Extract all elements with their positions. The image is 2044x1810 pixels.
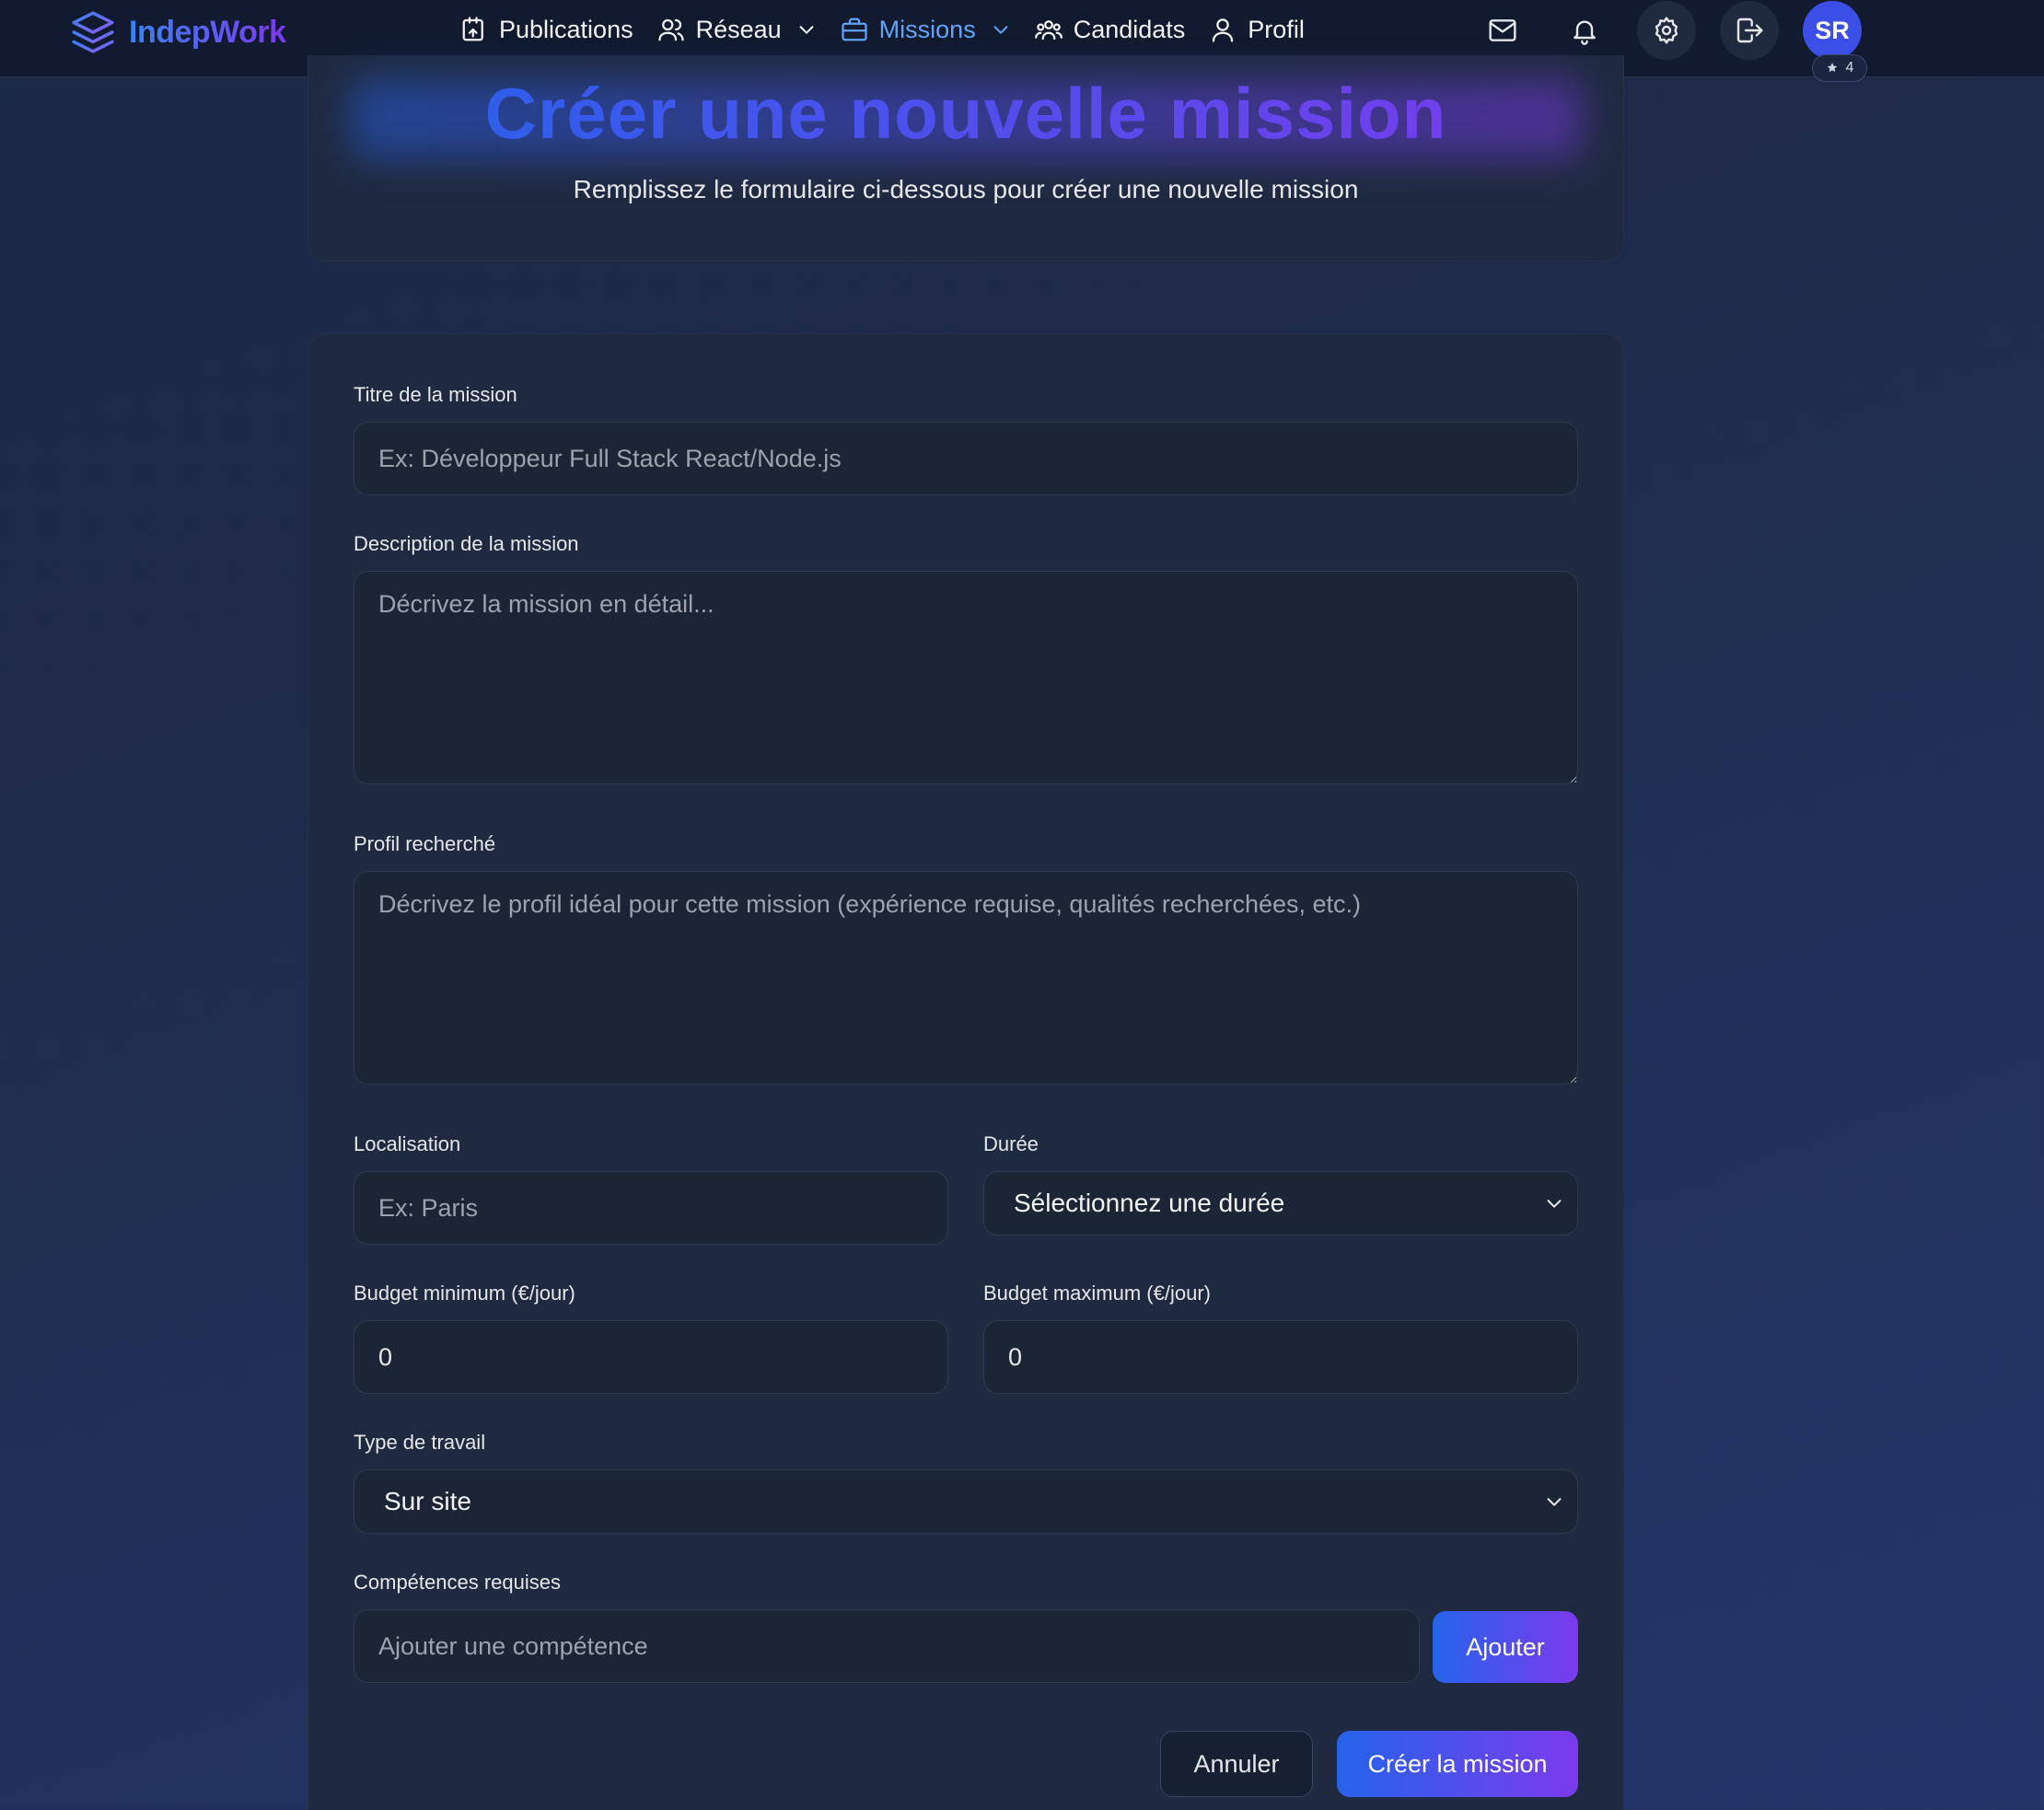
duration-select-value: Sélectionnez une durée xyxy=(1014,1189,1285,1217)
skills-label: Compétences requises xyxy=(354,1571,562,1594)
publications-icon xyxy=(462,17,483,41)
nav-item-candidats[interactable]: Candidats xyxy=(1034,15,1186,44)
nav-item-label: Profil xyxy=(1248,15,1305,43)
page-title: Créer une nouvelle mission xyxy=(308,72,1624,156)
mission-description-textarea[interactable] xyxy=(354,571,1578,784)
profile-textarea[interactable] xyxy=(354,871,1578,1085)
avatar[interactable]: SR xyxy=(1803,1,1862,60)
chevron-down-icon xyxy=(799,26,814,34)
nav-item-reseau[interactable]: Réseau xyxy=(657,16,817,44)
mission-title-input[interactable] xyxy=(354,422,1578,495)
notifications-button[interactable] xyxy=(1555,1,1614,60)
main-nav: Publications Réseau Missions Candidats P… xyxy=(460,0,1329,59)
briefcase-icon xyxy=(842,17,867,41)
reputation-badge: 4 xyxy=(1812,54,1867,82)
work-type-label: Type de travail xyxy=(354,1431,486,1454)
gear-icon xyxy=(1655,17,1678,44)
mail-icon xyxy=(1489,19,1516,41)
cancel-button[interactable]: Annuler xyxy=(1160,1731,1313,1797)
chevron-down-icon xyxy=(993,26,1008,34)
budget-max-label: Budget maximum (€/jour) xyxy=(983,1282,1211,1305)
add-skill-button[interactable]: Ajouter xyxy=(1433,1611,1578,1683)
nav-item-missions[interactable]: Missions xyxy=(841,16,1011,44)
nav-item-publications[interactable]: Publications xyxy=(460,16,633,44)
skill-input[interactable] xyxy=(354,1609,1420,1683)
duration-label: Durée xyxy=(983,1132,1039,1155)
work-type-select-value: Sur site xyxy=(384,1487,471,1515)
group-icon xyxy=(1034,20,1063,41)
budget-min-input[interactable] xyxy=(354,1320,948,1394)
description-label: Description de la mission xyxy=(354,532,579,555)
duration-select[interactable]: Sélectionnez une durée xyxy=(983,1171,1578,1236)
settings-button[interactable] xyxy=(1637,1,1696,60)
chevron-down-icon xyxy=(1547,1200,1562,1208)
nav-item-label: Candidats xyxy=(1073,15,1186,43)
brand[interactable]: IndepWork xyxy=(70,9,286,55)
location-label: Localisation xyxy=(354,1132,461,1155)
nav-item-profil[interactable]: Profil xyxy=(1209,16,1305,44)
logout-button[interactable] xyxy=(1720,1,1779,60)
reputation-count: 4 xyxy=(1845,60,1854,75)
user-icon xyxy=(1213,18,1234,42)
page-subtitle: Remplissez le formulaire ci-dessous pour… xyxy=(573,175,1359,203)
budget-max-input[interactable] xyxy=(983,1320,1578,1394)
brand-name: IndepWork xyxy=(129,14,286,50)
messages-button[interactable] xyxy=(1473,1,1532,60)
create-mission-button[interactable]: Créer la mission xyxy=(1337,1731,1578,1797)
chevron-down-icon xyxy=(1547,1498,1562,1506)
title-label: Titre de la mission xyxy=(354,383,517,406)
users-icon xyxy=(657,18,684,41)
nav-item-label: Missions xyxy=(878,15,976,43)
nav-item-label: Publications xyxy=(499,15,633,43)
bell-icon xyxy=(1574,20,1596,45)
budget-min-label: Budget minimum (€/jour) xyxy=(354,1282,575,1305)
work-type-select[interactable]: Sur site xyxy=(354,1469,1578,1534)
logout-icon xyxy=(1736,17,1763,43)
star-person-icon xyxy=(1827,63,1837,73)
layers-logo-icon xyxy=(72,11,114,53)
profile-label: Profil recherché xyxy=(354,832,496,855)
location-input[interactable] xyxy=(354,1171,948,1245)
nav-item-label: Réseau xyxy=(695,15,782,43)
